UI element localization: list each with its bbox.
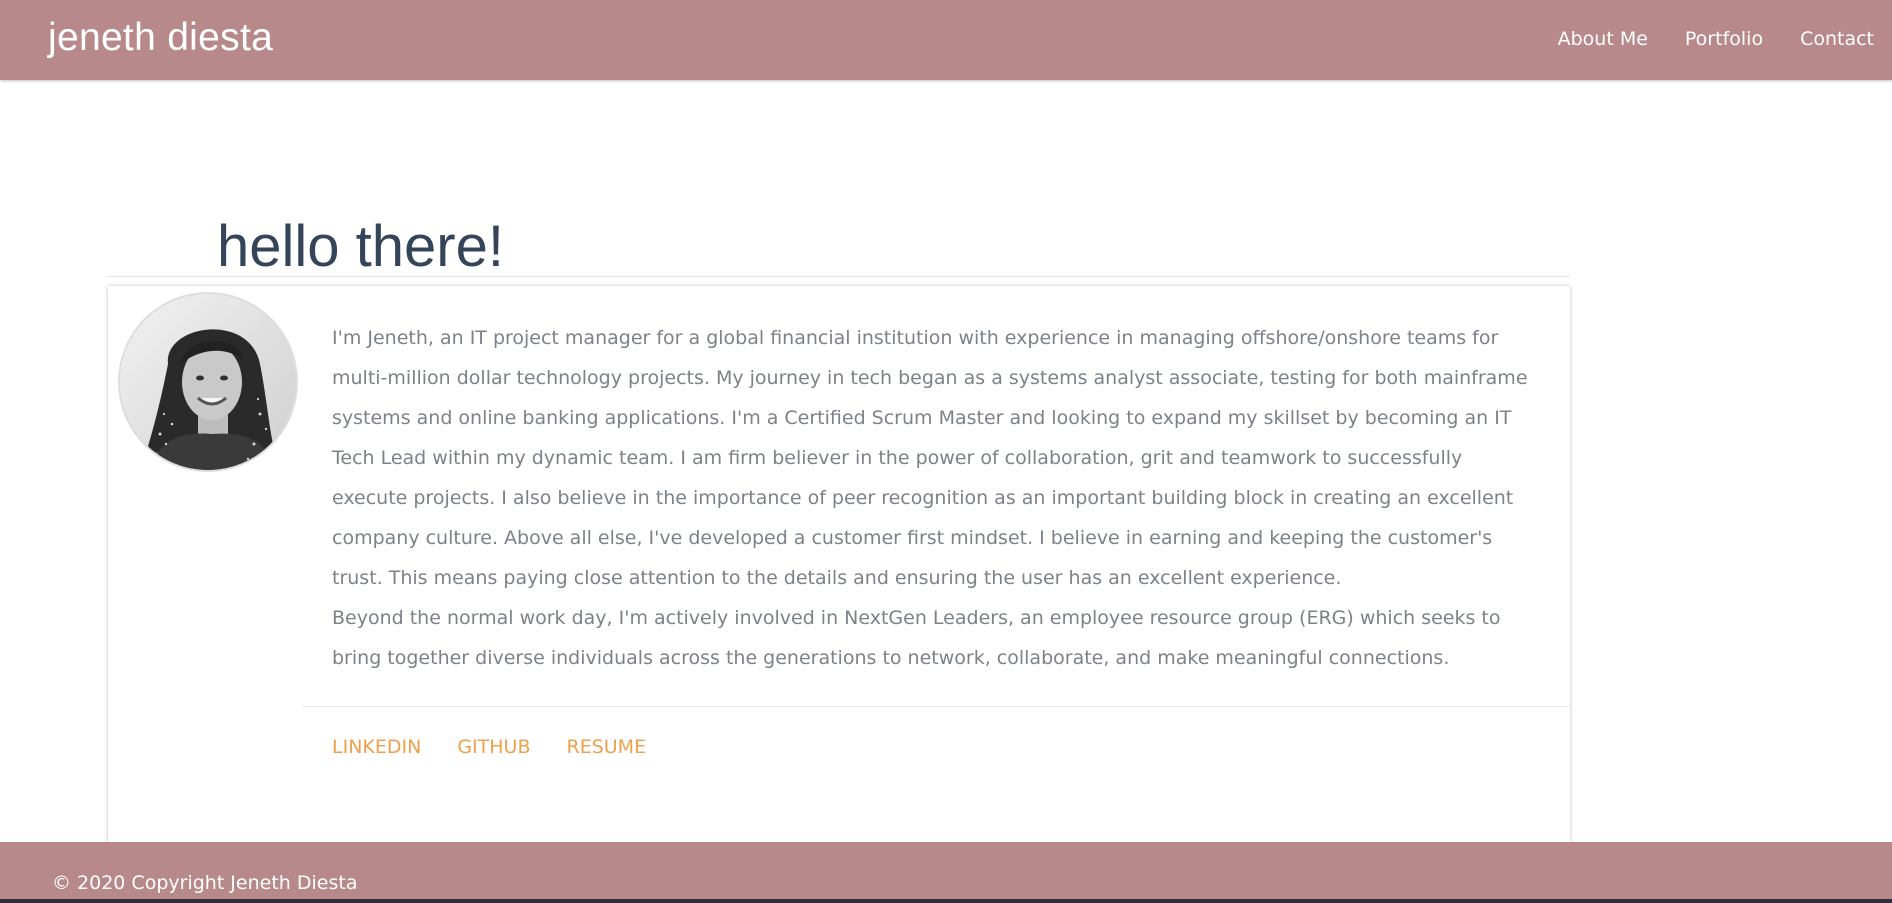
nav-link-contact[interactable]: Contact: [1800, 28, 1874, 50]
about-card: I'm Jeneth, an IT project manager for a …: [108, 286, 1570, 846]
nav-link-portfolio[interactable]: Portfolio: [1685, 28, 1763, 50]
bio-paragraph-2: Beyond the normal work day, I'm actively…: [332, 607, 1501, 669]
footer-copyright: © 2020 Copyright Jeneth Diesta: [52, 872, 358, 894]
card-divider: [302, 706, 1570, 707]
linkedin-link[interactable]: LINKEDIN: [332, 736, 421, 758]
bio-paragraph-1: I'm Jeneth, an IT project manager for a …: [332, 327, 1528, 589]
profile-photo: [118, 292, 298, 472]
card-action-links: LINKEDIN GITHUB RESUME: [332, 736, 682, 758]
taskbar-strip: [0, 899, 1892, 903]
main-nav: About Me Portfolio Contact: [1521, 28, 1874, 50]
github-link[interactable]: GITHUB: [457, 736, 530, 758]
page-title: hello there!: [217, 214, 504, 279]
profile-photo-image: [120, 294, 296, 470]
title-divider: [108, 276, 1570, 277]
nav-link-about-me[interactable]: About Me: [1558, 28, 1648, 50]
bio-text: I'm Jeneth, an IT project manager for a …: [332, 318, 1542, 678]
brand-logo-link[interactable]: jeneth diesta: [48, 16, 273, 60]
resume-link[interactable]: RESUME: [567, 736, 647, 758]
top-navbar: jeneth diesta About Me Portfolio Contact: [0, 0, 1892, 80]
page-footer: © 2020 Copyright Jeneth Diesta: [0, 842, 1892, 903]
